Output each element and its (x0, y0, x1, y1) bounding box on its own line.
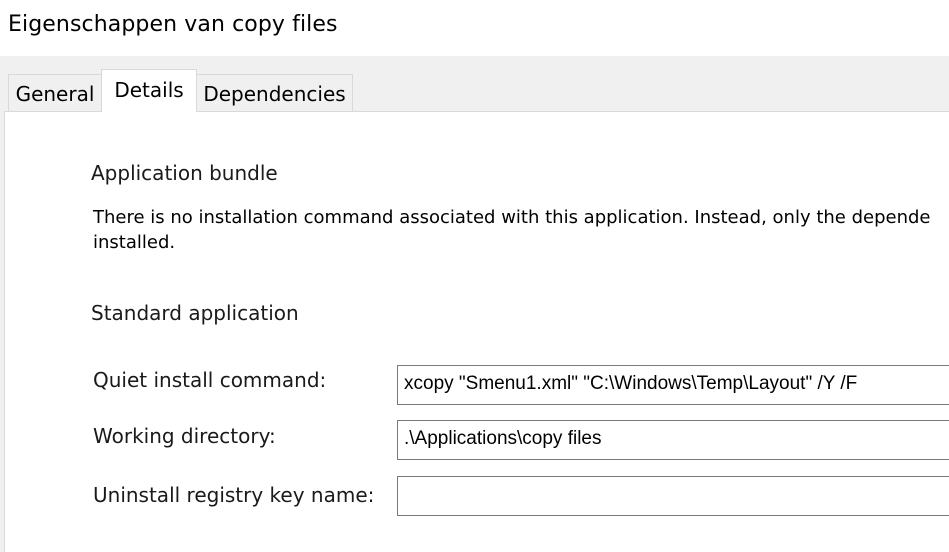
standard-application-label[interactable]: Standard application (91, 301, 299, 325)
application-bundle-description-continued: installed. (93, 232, 176, 253)
tab-dependencies[interactable]: Dependencies (196, 74, 353, 112)
uninstall-registry-key-input[interactable] (397, 476, 949, 516)
working-directory-label: Working directory: (93, 424, 276, 448)
window-title: Eigenschappen van copy files (8, 12, 338, 37)
tab-general-label: General (15, 82, 95, 106)
application-bundle-label[interactable]: Application bundle (91, 161, 278, 185)
tab-dependencies-label: Dependencies (203, 82, 346, 106)
working-directory-input[interactable]: .\Applications\copy files (397, 420, 949, 460)
title-bar: Eigenschappen van copy files (0, 0, 949, 56)
application-bundle-description: There is no installation command associa… (93, 207, 931, 228)
quiet-install-command-label: Quiet install command: (93, 368, 327, 392)
tab-details-label: Details (114, 78, 184, 102)
tab-details[interactable]: Details (101, 69, 197, 112)
uninstall-registry-key-label: Uninstall registry key name: (93, 483, 375, 507)
quiet-install-command-input[interactable]: xcopy "Smenu1.xml" "C:\Windows\Temp\Layo… (397, 365, 949, 405)
tab-general[interactable]: General (8, 74, 102, 112)
